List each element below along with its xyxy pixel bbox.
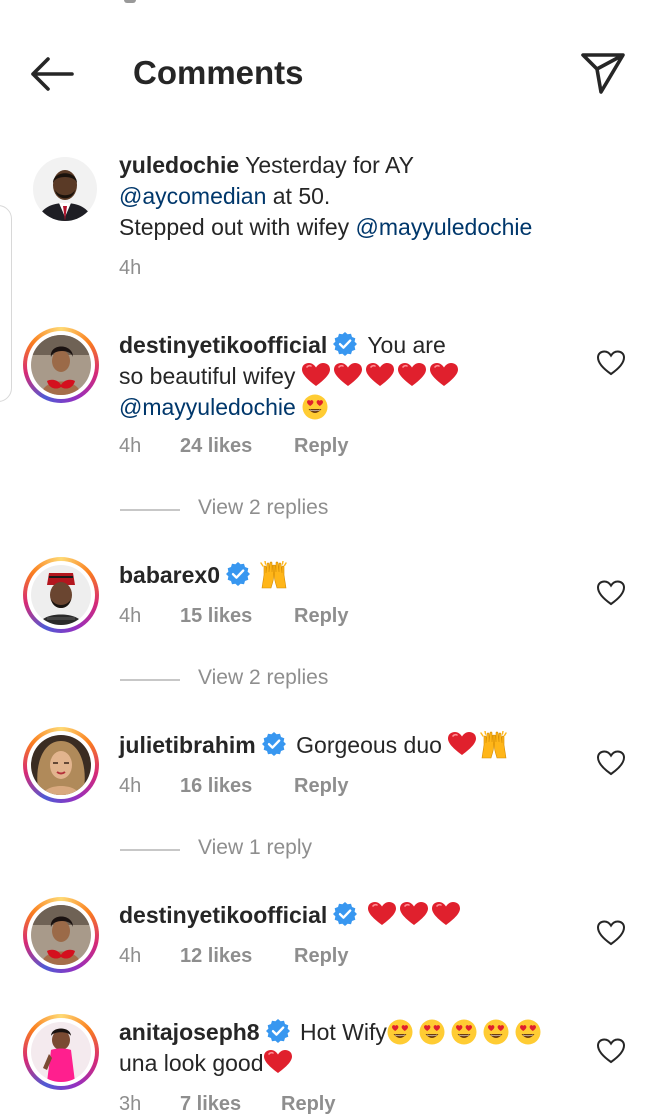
comments-header: Comments: [0, 0, 662, 120]
paper-plane-icon: [581, 53, 625, 94]
reply-button[interactable]: Reply: [281, 1093, 335, 1116]
red-heart-emoji-icon: [264, 1050, 292, 1074]
verified-badge-icon: [333, 332, 357, 356]
likes-count[interactable]: 7 likes: [180, 1093, 241, 1116]
like-heart-icon[interactable]: [596, 349, 626, 377]
comment-line-1: julietibrahim Gorgeous duo: [119, 730, 508, 761]
comment-username[interactable]: julietibrahim: [119, 732, 256, 758]
back-button[interactable]: [28, 52, 76, 96]
red-heart-emoji-icon: [448, 732, 476, 756]
share-button[interactable]: [578, 50, 628, 98]
verified-badge-icon: [262, 732, 286, 756]
avatar[interactable]: [23, 727, 99, 803]
timestamp: 4h: [119, 257, 142, 279]
comment-username[interactable]: destinyetikoofficial: [119, 902, 327, 928]
comment-line-2: una look good: [119, 1048, 296, 1079]
comment-line-2: so beautiful wifey: [119, 361, 462, 392]
comment-text: una look good: [119, 1050, 264, 1076]
red-heart-emoji-icon: [430, 363, 458, 387]
mention-link[interactable]: @mayyuledochie: [119, 394, 296, 420]
mention-link[interactable]: @mayyuledochie: [356, 214, 533, 240]
red-heart-emoji-icon: [432, 902, 460, 926]
comment-line-1: anitajoseph8 Hot Wify: [119, 1017, 547, 1048]
edge-panel-handle[interactable]: [0, 205, 12, 402]
comment-username[interactable]: babarex0: [119, 562, 220, 588]
comment-username[interactable]: destinyetikoofficial: [119, 332, 327, 358]
timestamp: 4h: [119, 435, 142, 457]
red-heart-emoji-icon: [368, 902, 396, 926]
timestamp: 3h: [119, 1093, 142, 1115]
comment-line-3: @mayyuledochie: [119, 392, 334, 423]
avatar[interactable]: [23, 1014, 99, 1090]
like-heart-icon[interactable]: [596, 579, 626, 607]
like-heart-icon[interactable]: [596, 919, 626, 947]
heart-eyes-emoji-icon: [483, 1019, 509, 1045]
comment-line-1: destinyetikoofficial You are: [119, 330, 446, 361]
heart-eyes-emoji-icon: [302, 394, 328, 420]
heart-eyes-emoji-icon: [515, 1019, 541, 1045]
arrow-left-icon: [31, 57, 74, 91]
caption-text: Yesterday for AY: [245, 152, 414, 178]
reply-button[interactable]: Reply: [294, 435, 348, 458]
mention-link[interactable]: @aycomedian: [119, 183, 266, 209]
avatar[interactable]: [23, 897, 99, 973]
view-replies-label: View 1 reply: [198, 836, 313, 859]
profile-photo: [33, 157, 97, 221]
profile-photo: [31, 735, 91, 795]
timestamp: 4h: [119, 775, 142, 797]
profile-photo: [31, 1022, 91, 1082]
comment-text: Hot Wify: [300, 1019, 387, 1045]
divider: [120, 849, 180, 851]
comment-line-1: babarex0: [119, 560, 288, 591]
timestamp: 4h: [119, 945, 142, 967]
comment-text: Gorgeous duo: [296, 732, 442, 758]
reply-button[interactable]: Reply: [294, 945, 348, 968]
red-heart-emoji-icon: [400, 902, 428, 926]
profile-photo: [31, 335, 91, 395]
caption-line-2: @aycomedian at 50.: [119, 181, 330, 212]
likes-count[interactable]: 16 likes: [180, 775, 252, 798]
verified-badge-icon: [333, 902, 357, 926]
raising-hands-emoji-icon: [480, 731, 508, 759]
red-heart-emoji-icon: [366, 363, 394, 387]
red-heart-emoji-icon: [398, 363, 426, 387]
profile-photo: [31, 905, 91, 965]
reply-button[interactable]: Reply: [294, 775, 348, 798]
raising-hands-emoji-icon: [260, 561, 288, 589]
like-heart-icon[interactable]: [596, 1037, 626, 1065]
verified-badge-icon: [226, 562, 250, 586]
heart-eyes-emoji-icon: [387, 1019, 413, 1045]
heart-eyes-emoji-icon: [419, 1019, 445, 1045]
comment-text: so beautiful wifey: [119, 363, 296, 389]
view-replies-label: View 2 replies: [198, 496, 329, 519]
like-heart-icon[interactable]: [596, 749, 626, 777]
page-title: Comments: [133, 54, 304, 91]
view-replies-label: View 2 replies: [198, 666, 329, 689]
divider: [120, 679, 180, 681]
red-heart-emoji-icon: [334, 363, 362, 387]
divider: [120, 509, 180, 511]
comment-line-1: destinyetikoofficial: [119, 900, 464, 931]
likes-count[interactable]: 15 likes: [180, 605, 252, 628]
caption-text: at 50.: [272, 183, 331, 209]
avatar[interactable]: [23, 557, 99, 633]
avatar[interactable]: [23, 327, 99, 403]
comment-text: You are: [367, 332, 446, 358]
heart-eyes-emoji-icon: [451, 1019, 477, 1045]
reply-button[interactable]: Reply: [294, 605, 348, 628]
caption-line-1: yuledochie Yesterday for AY: [119, 150, 414, 181]
timestamp: 4h: [119, 605, 142, 627]
red-heart-emoji-icon: [302, 363, 330, 387]
caption-line-3: Stepped out with wifey @mayyuledochie: [119, 212, 532, 243]
profile-photo: [31, 565, 91, 625]
caption-text: Stepped out with wifey: [119, 214, 350, 240]
likes-count[interactable]: 12 likes: [180, 945, 252, 968]
avatar[interactable]: [27, 151, 103, 227]
comment-username[interactable]: anitajoseph8: [119, 1019, 260, 1045]
likes-count[interactable]: 24 likes: [180, 435, 252, 458]
caption-username[interactable]: yuledochie: [119, 152, 239, 178]
verified-badge-icon: [266, 1019, 290, 1043]
